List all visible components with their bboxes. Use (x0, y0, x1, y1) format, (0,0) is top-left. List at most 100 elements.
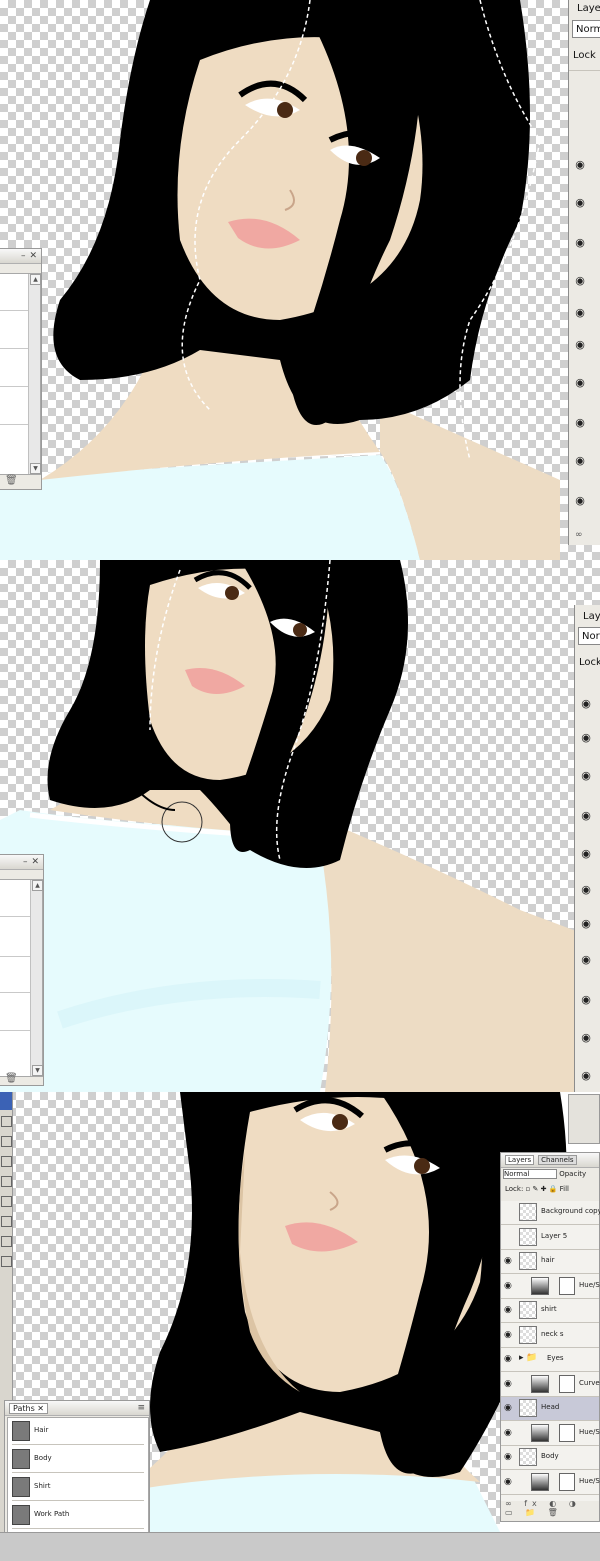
tool-icon[interactable] (1, 1196, 12, 1207)
eye-icon[interactable]: ◉ (579, 770, 593, 781)
path-item[interactable]: Shirt (12, 1474, 144, 1501)
path-item[interactable]: Hair (12, 1418, 144, 1445)
blend-mode-select[interactable]: Norm (578, 627, 600, 645)
eye-icon[interactable]: ◉ (504, 1403, 512, 1413)
adjustment-icon (531, 1423, 549, 1442)
scroll-up-icon[interactable]: ▲ (30, 274, 41, 285)
layer-row[interactable]: Background copy (501, 1201, 600, 1225)
lock-row[interactable]: Lock: ▫ ✎ ✚ 🔒 Fill (505, 1185, 597, 1197)
scrollbar[interactable]: ▲ ▼ (28, 274, 41, 474)
scroll-down-icon[interactable]: ▼ (30, 463, 41, 474)
layer-row[interactable]: ◉ Curve (501, 1373, 600, 1397)
adjustment-icon (531, 1276, 549, 1295)
eye-icon[interactable]: ◉ (504, 1379, 512, 1389)
eye-icon[interactable]: ◉ (579, 918, 593, 929)
eye-icon[interactable]: ◉ (579, 810, 593, 821)
layer-row[interactable]: ◉ Hue/S (501, 1471, 600, 1495)
eye-icon[interactable]: ◉ (579, 848, 593, 859)
paths-tab[interactable]: Paths ✕ (9, 1402, 48, 1414)
layers-list[interactable]: Background copy Layer 5 ◉ hair ◉ Hue/S ◉ shirt ◉… (501, 1201, 600, 1501)
layer-row[interactable]: ◉ shirt (501, 1299, 599, 1323)
eye-icon[interactable]: ◉ (573, 275, 587, 286)
path-item[interactable]: Work Path (12, 1502, 144, 1529)
tool-icon[interactable] (1, 1176, 12, 1187)
eye-icon[interactable]: ◉ (579, 884, 593, 895)
close-icon[interactable]: ✕ (29, 251, 37, 261)
path-name: Shirt (34, 1482, 51, 1490)
eye-icon[interactable]: ◉ (573, 417, 587, 428)
scrollbar[interactable]: ▲ ▼ (30, 880, 43, 1076)
eye-icon[interactable]: ◉ (573, 197, 587, 208)
eye-icon[interactable]: ◉ (579, 994, 593, 1005)
panel-dock-icons[interactable] (568, 1094, 600, 1144)
eye-icon[interactable]: ◉ (504, 1354, 512, 1364)
eye-icon[interactable]: ◉ (504, 1256, 512, 1266)
panel-list-2[interactable]: ▲ ▼ (0, 879, 43, 1077)
layer-row[interactable]: ◉ neck s (501, 1324, 599, 1348)
link-icon[interactable]: ∞ (575, 530, 583, 540)
layers-footer-icons[interactable]: ∞ fx ◐ ◑ ▭ 📁 🗑 (505, 1499, 599, 1517)
blend-mode-select[interactable]: Normal (503, 1169, 557, 1179)
illustration-woman-2 (0, 560, 600, 1092)
layer-row[interactable]: Layer 5 (501, 1226, 599, 1250)
eye-icon[interactable]: ◉ (573, 377, 587, 388)
eye-icon[interactable]: ◉ (579, 732, 593, 743)
eye-icon[interactable]: ◉ (579, 1070, 593, 1081)
layers-tab[interactable]: Laye (577, 3, 600, 14)
panel-list-1[interactable]: ▲ ▼ (0, 273, 41, 475)
eye-icon[interactable]: ◉ (504, 1428, 512, 1438)
eye-icon[interactable]: ◉ (579, 698, 593, 709)
tool-icon[interactable] (1, 1136, 12, 1147)
eye-icon[interactable]: ◉ (573, 495, 587, 506)
layer-name: Hue/S (579, 1476, 600, 1485)
layer-row[interactable]: ◉ Body (501, 1446, 599, 1470)
layer-row[interactable]: ◉ Head (501, 1397, 599, 1421)
brushes-panel-2: – ✕ ▲ ▼ 🗑 (0, 854, 44, 1086)
lock-label: Lock (573, 50, 596, 61)
minimize-icon[interactable]: – (21, 251, 26, 261)
path-thumbnail (12, 1477, 30, 1497)
tab-channels[interactable]: Channels (538, 1155, 577, 1165)
layer-row[interactable]: ◉ Hue/S (501, 1422, 600, 1446)
eye-icon[interactable]: ◉ (579, 954, 593, 965)
layers-tab[interactable]: Lay (583, 611, 600, 622)
eye-icon[interactable]: ◉ (573, 159, 587, 170)
tool-icon[interactable] (1, 1216, 12, 1227)
tool-icon[interactable] (1, 1256, 12, 1267)
eye-icon[interactable]: ◉ (504, 1477, 512, 1487)
folder-icon[interactable]: ▸ 📁 (519, 1353, 538, 1363)
close-icon[interactable]: ✕ (31, 857, 39, 867)
tool-icon[interactable] (1, 1116, 12, 1127)
eye-icon[interactable]: ◉ (504, 1281, 512, 1291)
eye-icon[interactable]: ◉ (573, 307, 587, 318)
eye-icon[interactable]: ◉ (573, 237, 587, 248)
tool-icon[interactable] (1, 1156, 12, 1167)
path-item[interactable]: Body (12, 1446, 144, 1473)
layer-name: Eyes (547, 1354, 564, 1362)
eye-icon[interactable]: ◉ (504, 1330, 512, 1340)
layer-thumbnail (519, 1203, 537, 1221)
trash-icon[interactable]: 🗑 (5, 1073, 18, 1084)
tool-icon[interactable] (1, 1236, 12, 1247)
layer-row[interactable]: ◉ Hue/S (501, 1275, 600, 1299)
eye-icon[interactable]: ◉ (573, 455, 587, 466)
layer-row[interactable]: ◉ hair (501, 1250, 599, 1274)
eye-icon[interactable]: ◉ (579, 1032, 593, 1043)
paths-list[interactable]: Hair Body Shirt Work Path (7, 1417, 149, 1539)
blend-mode-select[interactable]: Norm (572, 20, 600, 38)
scroll-up-icon[interactable]: ▲ (32, 880, 43, 891)
path-name: Work Path (34, 1510, 70, 1518)
eye-icon[interactable]: ◉ (504, 1452, 512, 1462)
minimize-icon[interactable]: – (23, 857, 28, 867)
layer-row[interactable]: ◉ ▸ 📁 Eyes (501, 1348, 599, 1372)
layers-panel-2: Lay Norm Lock ◉ ◉ ◉ ◉ ◉ ◉ ◉ ◉ ◉ ◉ ◉ (574, 605, 600, 1092)
trash-icon[interactable]: 🗑 (5, 475, 18, 486)
tab-layers[interactable]: Layers (505, 1155, 535, 1165)
eye-icon[interactable]: ◉ (504, 1305, 512, 1315)
scroll-down-icon[interactable]: ▼ (32, 1065, 43, 1076)
layer-name: Hue/S (579, 1427, 600, 1436)
eye-icon[interactable]: ◉ (573, 339, 587, 350)
layer-thumbnail (519, 1399, 537, 1417)
path-thumbnail (12, 1421, 30, 1441)
panel-menu-icon[interactable]: ≡ (137, 1403, 145, 1413)
